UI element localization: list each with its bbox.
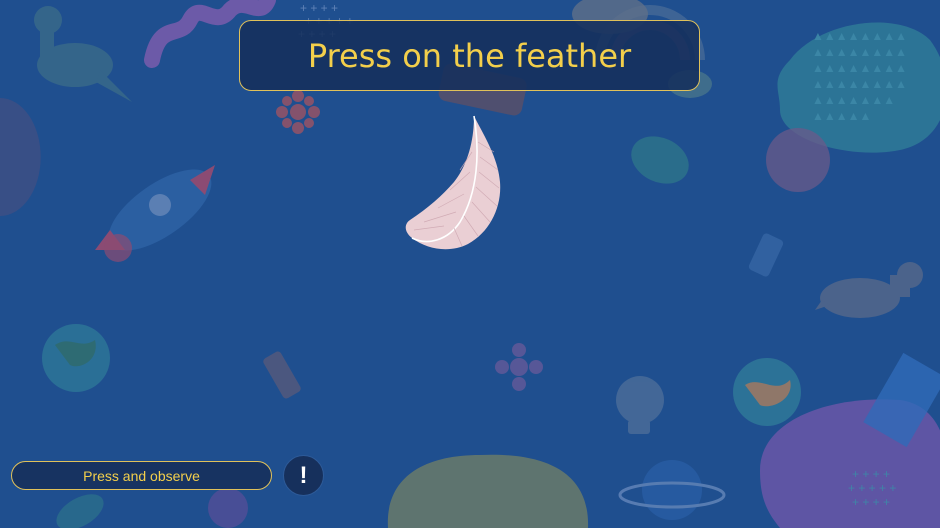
planet-ring-icon [618, 460, 726, 520]
svg-text:+ + + +: + + + + [300, 1, 338, 15]
svg-text:+ + + +: + + + + [852, 467, 890, 481]
dinosaur-icon-right [815, 262, 923, 318]
blob-shape-bottomcenter [387, 454, 589, 528]
svg-text:+ + + + +: + + + + + [848, 481, 896, 495]
half-circle-shape [0, 98, 41, 216]
svg-text:▲▲▲▲▲▲▲▲: ▲▲▲▲▲▲▲▲ [812, 29, 907, 43]
svg-text:▲▲▲▲▲▲▲▲: ▲▲▲▲▲▲▲▲ [812, 61, 907, 75]
crayon-icon-left [263, 351, 301, 399]
press-and-observe-label: Press and observe [83, 467, 200, 484]
flower-icon [276, 90, 320, 134]
press-and-observe-button[interactable]: Press and observe [11, 461, 272, 490]
circle-shape-bottom [208, 488, 248, 528]
svg-text:▲▲▲▲▲▲▲▲: ▲▲▲▲▲▲▲▲ [812, 45, 907, 59]
instruction-title: Press on the feather [239, 20, 700, 91]
rocket-icon [95, 165, 215, 262]
instruction-title-text: Press on the feather [307, 36, 632, 75]
svg-text:+ + + +: + + + + [852, 495, 890, 509]
svg-text:▲▲▲▲▲▲▲▲: ▲▲▲▲▲▲▲▲ [812, 77, 907, 91]
stars-bottomright: + + + + + + + + + + + + + [848, 467, 896, 509]
dinosaur-icon-topleft [34, 6, 132, 102]
crayon-icon [748, 233, 784, 277]
flower-icon-center [495, 343, 543, 391]
leaf-icon-bottomleft [56, 494, 104, 528]
exclamation-icon: ! [299, 461, 308, 489]
lightbulb-icon [616, 376, 664, 434]
feather-icon[interactable] [398, 112, 508, 254]
svg-text:▲▲▲▲▲: ▲▲▲▲▲ [812, 109, 871, 123]
game-scene: + + + + + + + + + + + + + ▲▲▲▲▲▲▲▲ ▲▲▲▲▲… [0, 0, 940, 528]
planet-icon-right [766, 128, 830, 192]
leaf-icon [631, 136, 689, 184]
svg-text:▲▲▲▲▲▲▲: ▲▲▲▲▲▲▲ [812, 93, 895, 107]
info-button[interactable]: ! [283, 455, 324, 496]
